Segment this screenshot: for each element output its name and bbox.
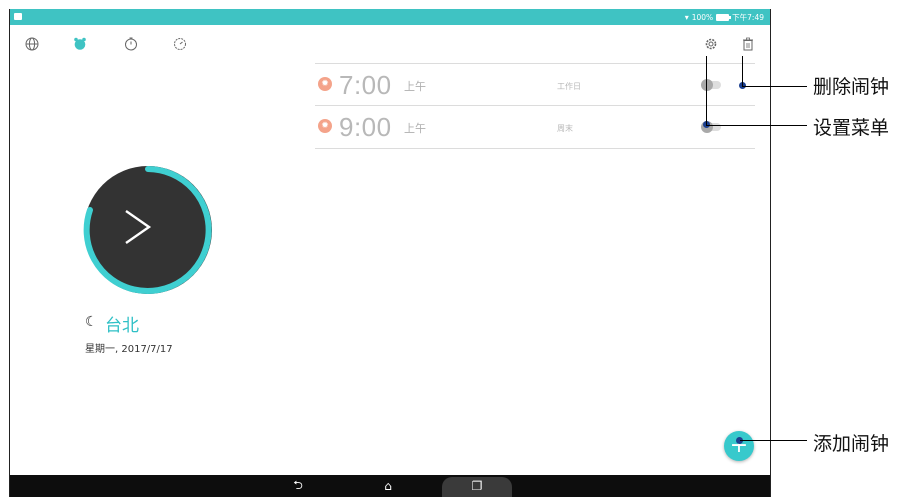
sun-icon: ✹: [318, 77, 332, 91]
callout-leader: [706, 125, 807, 126]
toolbar: [10, 25, 770, 63]
alarm-list: ✹ 7:00 上午 工作日 ✹ 9:00 上午 周末: [315, 63, 755, 149]
callout-leader: [742, 86, 807, 87]
alarm-row[interactable]: ✹ 7:00 上午 工作日: [315, 63, 755, 106]
battery-percent: 100%: [691, 12, 714, 22]
home-icon[interactable]: ⌂: [380, 479, 396, 493]
callout-delete-label: 删除闹钟: [813, 76, 890, 98]
stopwatch-icon[interactable]: [123, 36, 139, 52]
alarm-time: 7:00: [339, 70, 392, 100]
alarm-repeat-days: 工作日: [557, 82, 581, 91]
moon-icon: ☾: [85, 314, 98, 330]
navigation-bar: ⮌ ⌂ ❐: [10, 475, 770, 497]
settings-icon[interactable]: [703, 36, 719, 52]
city-date: 星期一, 2017/7/17: [85, 344, 173, 355]
notification-icon: [14, 13, 22, 20]
status-bar: ▾ 100% 下午7:49: [10, 9, 770, 25]
alarm-ampm: 上午: [404, 80, 426, 93]
tablet-screen: ▾ 100% 下午7:49 ✹ 7:00 上午 工作日 ✹ 9:00 上午 周末…: [9, 9, 771, 497]
callout-add-label: 添加闹钟: [813, 433, 890, 455]
globe-icon[interactable]: [24, 36, 40, 52]
city-name: 台北: [105, 316, 139, 336]
alarm-row[interactable]: ✹ 9:00 上午 周末: [315, 106, 755, 149]
alarm-icon[interactable]: [72, 36, 88, 52]
timer-icon[interactable]: [172, 36, 188, 52]
battery-icon: [716, 13, 732, 21]
add-alarm-button[interactable]: +: [724, 431, 754, 461]
wifi-icon: ▾: [684, 12, 689, 22]
callout-leader: [706, 56, 707, 126]
alarm-ampm: 上午: [404, 122, 426, 135]
callout-leader: [742, 56, 743, 86]
status-time: 下午7:49: [732, 12, 764, 22]
alarm-repeat-days: 周末: [557, 124, 573, 133]
sun-icon: ✹: [318, 119, 332, 133]
alarm-time: 9:00: [339, 112, 392, 142]
back-icon[interactable]: ⮌: [290, 478, 306, 493]
analog-clock: [82, 164, 214, 296]
recent-apps-icon[interactable]: ❐: [469, 479, 485, 493]
callout-leader: [740, 440, 807, 441]
status-indicators: ▾ 100% 下午7:49: [685, 10, 764, 24]
trash-icon[interactable]: [740, 36, 756, 52]
callout-settings-label: 设置菜单: [813, 117, 890, 139]
